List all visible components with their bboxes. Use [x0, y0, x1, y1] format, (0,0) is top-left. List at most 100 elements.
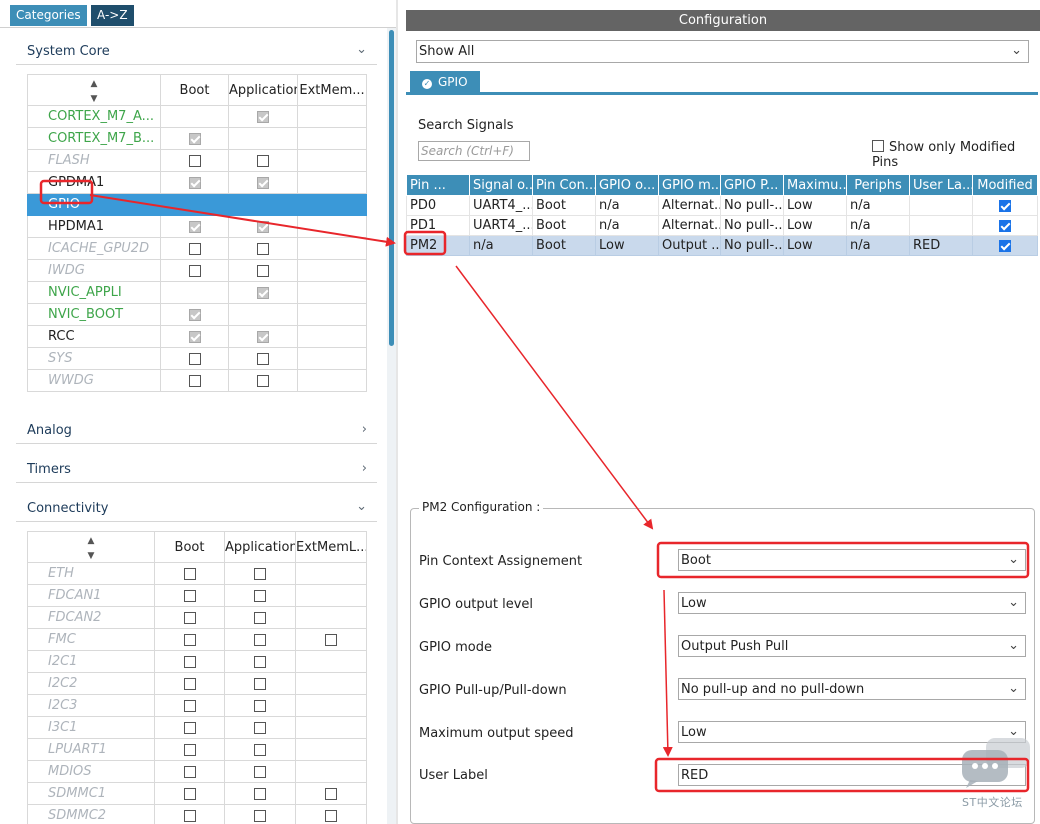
checkbox[interactable]	[254, 589, 266, 602]
pin-cell[interactable]: Alternat...	[658, 215, 721, 236]
column-header-extmem[interactable]: ExtMem...	[297, 74, 367, 106]
extmem-cell[interactable]	[297, 171, 367, 194]
extmem-cell[interactable]	[295, 628, 367, 651]
boot-cell[interactable]	[154, 606, 225, 629]
table-row[interactable]: ICACHE_GPU2D	[27, 237, 367, 260]
boot-cell[interactable]	[160, 105, 229, 128]
checkbox-checked[interactable]	[188, 132, 201, 145]
extmem-cell[interactable]	[297, 127, 367, 150]
pin-column-header[interactable]: Pin ...	[406, 174, 470, 196]
checkbox-checked[interactable]	[257, 176, 269, 189]
boot-cell[interactable]	[154, 694, 225, 717]
section-timers[interactable]: Timers ›	[16, 457, 377, 483]
table-row[interactable]: FMC	[27, 628, 367, 651]
boot-cell[interactable]	[160, 215, 229, 238]
column-header-application[interactable]: Application	[228, 74, 298, 106]
pin-cell[interactable]: Low	[595, 235, 659, 256]
application-cell[interactable]	[224, 782, 296, 805]
pin-cell[interactable]: n/a	[595, 215, 659, 236]
pin-cell[interactable]: UART4_...	[469, 195, 533, 216]
checkbox-checked[interactable]	[257, 286, 269, 299]
boot-cell[interactable]	[160, 127, 229, 150]
boot-cell[interactable]	[154, 628, 225, 651]
extmem-cell[interactable]	[295, 716, 367, 739]
pin-column-header[interactable]: Periphs	[846, 174, 910, 196]
application-cell[interactable]	[228, 259, 298, 282]
chevron-down-icon[interactable]: ⌄	[356, 499, 367, 514]
peripheral-name[interactable]: RCC	[27, 325, 161, 348]
column-header-application[interactable]: Application	[224, 531, 296, 563]
checkbox[interactable]	[183, 655, 196, 668]
table-row[interactable]: RCC	[27, 325, 367, 348]
boot-cell[interactable]	[160, 303, 229, 326]
checkbox[interactable]	[183, 721, 196, 734]
table-row[interactable]: CORTEX_M7_B...	[27, 127, 367, 150]
application-cell[interactable]	[224, 650, 296, 673]
field-dropdown[interactable]: Boot ⌄	[678, 549, 1026, 571]
checkbox[interactable]	[872, 140, 884, 152]
pin-column-header[interactable]: Maximu...	[783, 174, 847, 196]
table-row[interactable]: NVIC_BOOT	[27, 303, 367, 326]
peripheral-name[interactable]: FMC	[27, 628, 155, 651]
table-row[interactable]: FDCAN2	[27, 606, 367, 629]
pin-cell[interactable]: UART4_...	[469, 215, 533, 236]
table-row[interactable]: MDIOS	[27, 760, 367, 783]
categories-scrollbar[interactable]	[387, 28, 396, 824]
pin-cell[interactable]	[909, 215, 973, 236]
checkbox[interactable]	[257, 154, 269, 167]
section-system-core[interactable]: System Core ⌄	[16, 39, 377, 65]
pin-cell[interactable]: No pull-...	[720, 195, 784, 216]
checkbox[interactable]	[254, 655, 266, 668]
checkbox[interactable]	[254, 743, 266, 756]
table-row[interactable]: GPDMA1	[27, 171, 367, 194]
peripheral-name[interactable]: ETH	[27, 562, 155, 585]
extmem-cell[interactable]	[295, 760, 367, 783]
checkbox[interactable]	[254, 677, 266, 690]
table-row[interactable]: NVIC_APPLI	[27, 281, 367, 304]
application-cell[interactable]	[224, 584, 296, 607]
table-row[interactable]: ETH	[27, 562, 367, 585]
checkbox[interactable]	[254, 699, 266, 712]
extmem-cell[interactable]	[297, 325, 367, 348]
modified-cell[interactable]	[972, 235, 1038, 256]
pin-cell[interactable]: No pull-...	[720, 235, 784, 256]
checkbox[interactable]	[183, 743, 196, 756]
extmem-cell[interactable]	[295, 650, 367, 673]
application-cell[interactable]	[228, 303, 298, 326]
checkbox[interactable]	[325, 809, 337, 822]
search-input[interactable]	[418, 141, 530, 161]
table-row[interactable]: CORTEX_M7_A...	[27, 105, 367, 128]
pin-cell[interactable]: n/a	[469, 235, 533, 256]
peripheral-name[interactable]: SYS	[27, 347, 161, 370]
column-header-boot[interactable]: Boot	[160, 74, 229, 106]
checkbox[interactable]	[183, 787, 196, 800]
peripheral-name[interactable]: SDMMC2	[27, 804, 155, 824]
table-row[interactable]: HPDMA1	[27, 215, 367, 238]
checkbox[interactable]	[188, 352, 201, 365]
pin-cell[interactable]: Low	[783, 195, 847, 216]
checkbox[interactable]	[254, 721, 266, 734]
checkbox-checked[interactable]	[257, 330, 269, 343]
pin-cell[interactable]: n/a	[846, 215, 910, 236]
table-row[interactable]: I2C1	[27, 650, 367, 673]
table-row[interactable]: I2C3	[27, 694, 367, 717]
application-cell[interactable]	[228, 171, 298, 194]
table-row[interactable]: WWDG	[27, 369, 367, 392]
pin-column-header[interactable]: Pin Con...	[532, 174, 596, 196]
application-cell[interactable]	[224, 694, 296, 717]
pin-column-header[interactable]: GPIO o...	[595, 174, 659, 196]
field-dropdown[interactable]: Output Push Pull ⌄	[678, 635, 1026, 657]
application-cell[interactable]	[228, 149, 298, 172]
checkbox[interactable]	[183, 765, 196, 778]
checkbox[interactable]	[188, 154, 201, 167]
application-cell[interactable]	[228, 325, 298, 348]
checkbox[interactable]	[188, 242, 201, 255]
pin-cell[interactable]: PD1	[406, 215, 470, 236]
boot-cell[interactable]	[154, 738, 225, 761]
pin-column-header[interactable]: Modified	[972, 174, 1038, 196]
checkbox[interactable]	[188, 374, 201, 387]
pin-cell[interactable]: No pull-...	[720, 215, 784, 236]
checkbox-checked[interactable]	[999, 199, 1011, 212]
checkbox[interactable]	[325, 633, 337, 646]
table-row[interactable]: GPIO	[27, 193, 367, 216]
